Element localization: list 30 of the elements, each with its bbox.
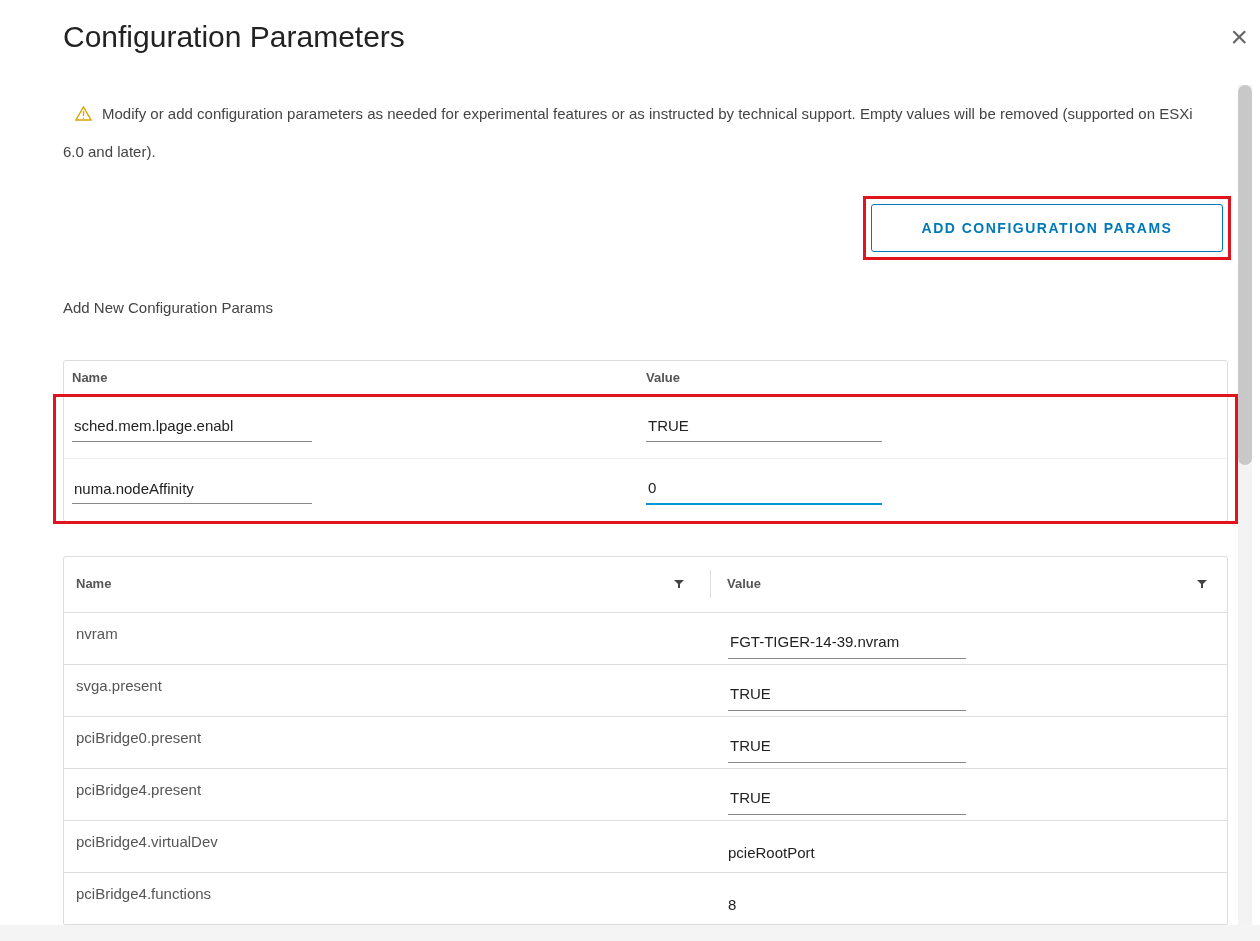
- table-cell-text: pciBridge4.functions: [75, 883, 213, 904]
- filter-icon[interactable]: [1197, 579, 1207, 589]
- section-heading: Add New Configuration Params: [63, 298, 274, 318]
- table-cell-text: 8: [728, 894, 737, 915]
- column-header: Name: [76, 575, 112, 594]
- value-field[interactable]: TRUE: [728, 679, 966, 711]
- close-button[interactable]: ×: [1230, 22, 1248, 52]
- value-field[interactable]: TRUE: [728, 783, 966, 815]
- warning-icon: [75, 106, 92, 122]
- value-field[interactable]: 0: [646, 474, 882, 505]
- warning-text: Modify or add configuration parameters as needed for experimental features or as instructed by technical support. Empty values will be removed (supported on ESXi 6.0 and later).: [63, 104, 1194, 162]
- column-header: Name: [71, 369, 109, 388]
- value-field[interactable]: FGT-TIGER-14-39.nvram: [728, 627, 966, 659]
- column-header: Value: [727, 575, 761, 594]
- name-field[interactable]: sched.mem.lpage.enabl: [72, 412, 312, 442]
- filter-icon[interactable]: [674, 579, 684, 589]
- table-cell-text: svga.present: [75, 675, 163, 696]
- table-cell-text: pcieRootPort: [728, 842, 815, 863]
- table-cell-text: pciBridge4.present: [75, 779, 203, 800]
- scrollbar[interactable]: [1238, 85, 1252, 925]
- name-field[interactable]: numa.nodeAffinity: [72, 474, 312, 505]
- dialog-title: Configuration Parameters: [63, 19, 405, 55]
- table-cell-text: pciBridge0.present: [75, 727, 203, 748]
- value-field[interactable]: TRUE: [728, 731, 966, 763]
- value-field[interactable]: TRUE: [646, 412, 882, 442]
- column-header: Value: [646, 369, 680, 388]
- table-cell-text: nvram: [75, 623, 119, 644]
- scrollbar-thumb[interactable]: [1238, 85, 1252, 465]
- table-cell-text: pciBridge4.virtualDev: [75, 831, 219, 852]
- add-configuration-params-button[interactable]: ADD CONFIGURATION PARAMS: [871, 204, 1223, 252]
